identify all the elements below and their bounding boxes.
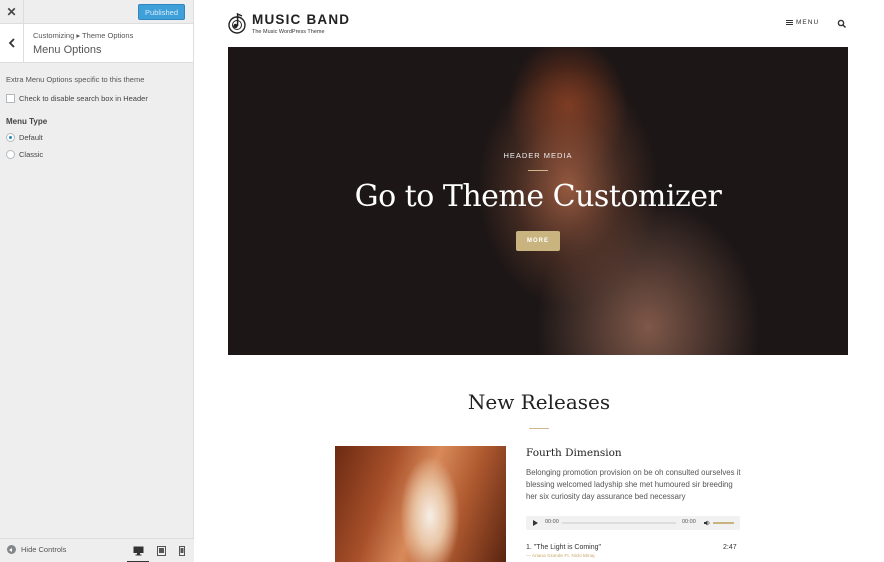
section-description: Extra Menu Options specific to this them… [6,75,145,84]
volume-slider[interactable] [713,522,734,524]
hero-title: Go to Theme Customizer [354,179,722,214]
mobile-preview-button[interactable] [175,544,189,558]
section-title: Menu Options [33,44,102,56]
audio-player: 00:00 00:00 [526,516,740,530]
tablet-preview-button[interactable] [154,544,168,558]
disable-search-checkbox[interactable] [6,94,15,103]
releases-heading: New Releases [467,390,611,414]
hide-controls-label: Hide Controls [21,545,67,554]
breadcrumb: Customizing ▸ Theme Options [33,31,134,40]
back-button[interactable] [0,24,24,62]
play-icon[interactable] [533,520,538,526]
hide-controls-button[interactable]: Hide Controls [7,545,66,554]
music-note-logo-icon [228,12,246,34]
customizer-footer: Hide Controls [0,538,194,562]
duration-time: 00:00 [682,519,696,525]
track-artist: — Ariana Grande Ft. Nicki Minaj [526,554,595,559]
site-tagline: The Music WordPress Theme [252,29,325,35]
track-length: 2:47 [723,544,737,551]
menu-type-default-option[interactable]: Default [6,133,187,142]
menu-type-default-radio[interactable] [6,133,15,142]
desktop-icon [133,546,143,556]
section-header: Customizing ▸ Theme Options Menu Options [0,24,193,63]
customizer-topbar: ✕ Published [0,0,193,24]
chevron-left-icon [8,38,15,48]
menu-type-title: Menu Type [6,117,48,126]
menu-type-default-label: Default [19,133,43,142]
tablet-icon [156,546,166,556]
album-cover-image[interactable] [335,446,506,562]
disable-search-option[interactable]: Check to disable search box in Header [6,94,187,103]
collapse-icon [7,545,16,554]
desktop-preview-button[interactable] [127,544,149,562]
menu-type-classic-label: Classic [19,150,44,159]
volume-icon[interactable] [704,520,710,526]
menu-label: MENU [796,19,820,26]
close-customizer-button[interactable]: ✕ [0,0,24,24]
hero-separator [528,170,548,171]
hamburger-icon [786,20,793,25]
track-title[interactable]: 1. "The Light is Coming" [526,544,601,551]
hero-kicker: HEADER MEDIA [503,151,573,160]
album-title[interactable]: Fourth Dimension [526,447,622,459]
mobile-icon [179,546,185,556]
search-icon[interactable] [837,19,847,29]
site-title[interactable]: MUSIC BAND [252,12,350,27]
disable-search-label: Check to disable search box in Header [19,94,148,103]
album-description: Belonging promotion provision on be oh c… [526,468,741,501]
hero-more-button[interactable]: MORE [516,231,560,251]
current-time: 00:00 [545,519,559,525]
site-preview: MUSIC BAND The Music WordPress Theme MEN… [194,0,884,562]
publish-button[interactable]: Published [138,4,185,20]
progress-slider[interactable] [562,522,676,524]
menu-type-classic-radio[interactable] [6,150,15,159]
header-media: HEADER MEDIA Go to Theme Customizer MORE [228,47,848,355]
menu-type-classic-option[interactable]: Classic [6,150,187,159]
panel-content: Extra Menu Options specific to this them… [0,75,193,159]
customizer-sidebar: ✕ Published Customizing ▸ Theme Options … [0,0,194,562]
close-icon: ✕ [6,5,17,19]
menu-toggle-button[interactable]: MENU [786,19,819,26]
releases-separator [529,428,549,429]
